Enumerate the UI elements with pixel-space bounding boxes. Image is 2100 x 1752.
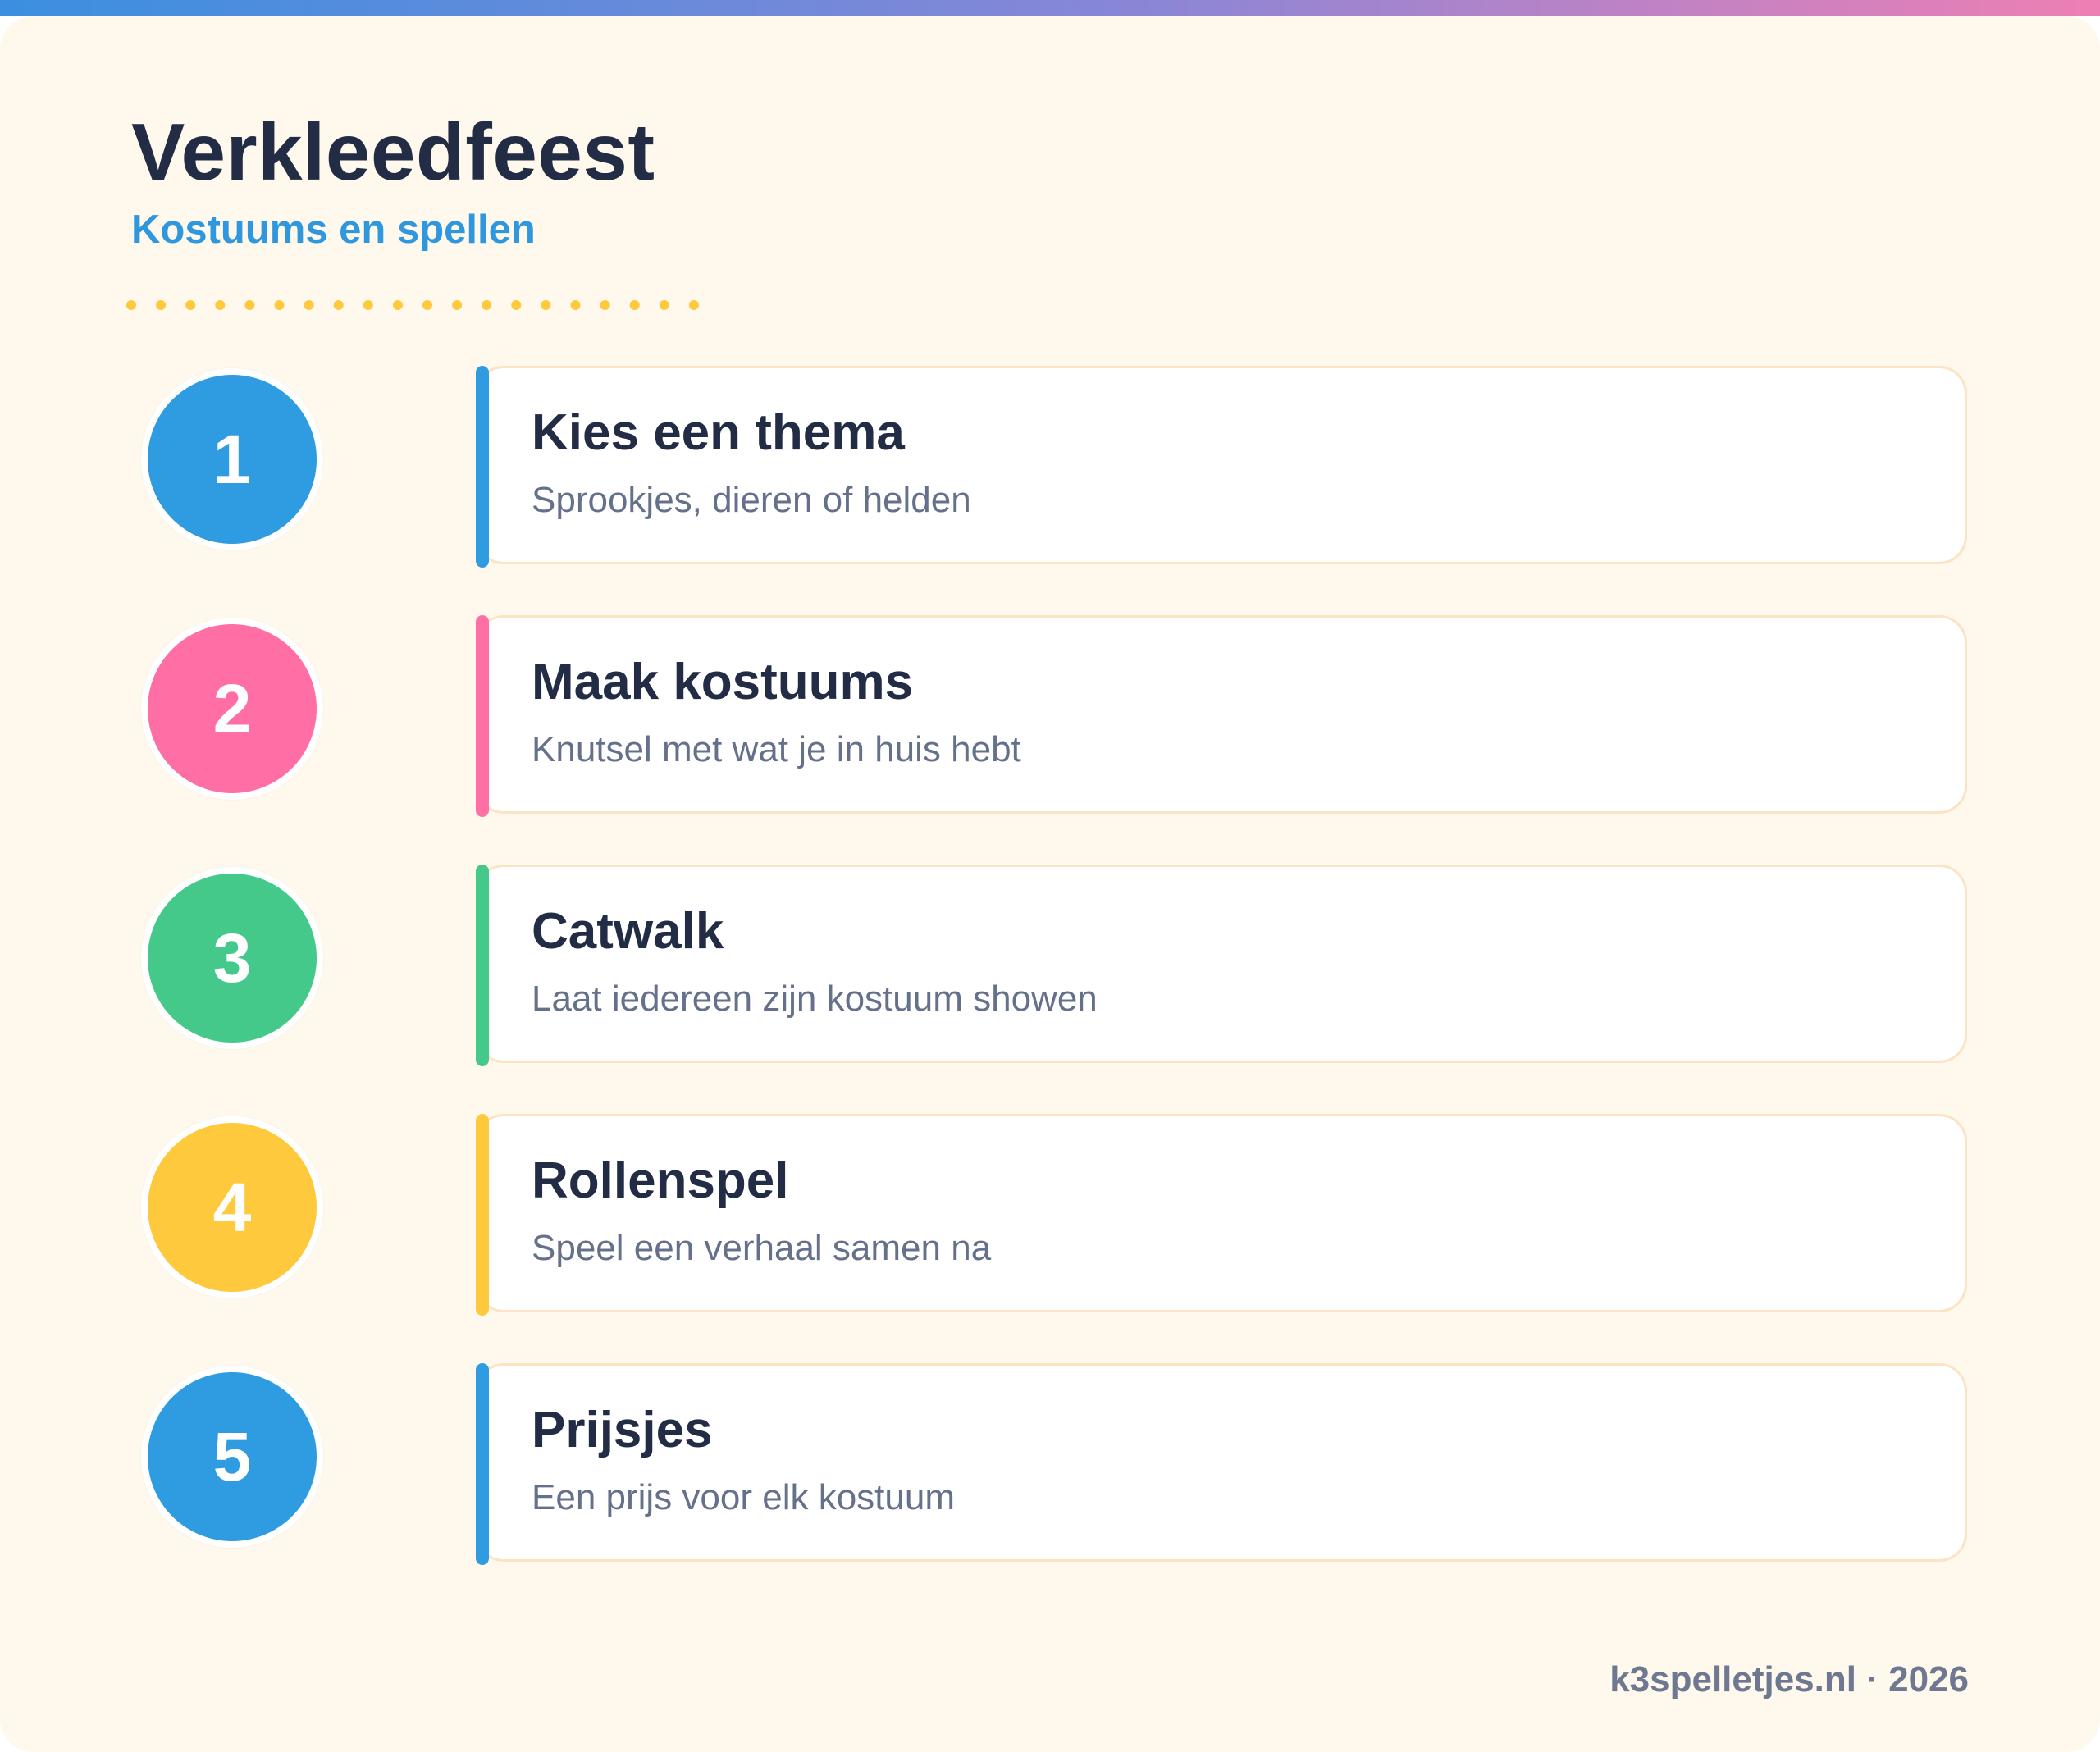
step-number: 5 — [148, 1372, 317, 1541]
content-card: Verkleedfeest Kostuums en spellen 1 Kies … — [0, 16, 2100, 1752]
step-item-3: 3 Catwalk Laat iedereen zijn kostuum showe… — [0, 865, 2100, 1066]
step-item-1: 1 Kies een thema Sprookjes, dieren of held… — [0, 366, 2100, 568]
step-title: Prijsjes — [532, 1402, 713, 1458]
step-card — [476, 615, 1967, 814]
step-card — [476, 865, 1967, 1063]
step-accent-bar — [476, 615, 489, 817]
step-description: Knutsel met wat je in huis hebt — [532, 729, 1021, 769]
step-item-2: 2 Maak kostuums Knutsel met wat je in huis… — [0, 615, 2100, 817]
step-description: Speel een verhaal samen na — [532, 1228, 992, 1268]
step-number-badge: 4 — [141, 1116, 323, 1298]
step-number: 4 — [148, 1123, 317, 1292]
step-card — [476, 1363, 1967, 1562]
step-number-badge: 1 — [141, 368, 323, 550]
step-list: 1 Kies een thema Sprookjes, dieren of held… — [0, 16, 2100, 1752]
step-title: Catwalk — [532, 903, 724, 960]
footer-credit: k3spelletjes.nl · 2026 — [1609, 1659, 1969, 1700]
step-item-4: 4 Rollenspel Speel een verhaal samen na — [0, 1114, 2100, 1316]
step-title: Maak kostuums — [532, 654, 914, 710]
step-accent-bar — [476, 865, 489, 1066]
step-number: 1 — [148, 375, 317, 544]
step-accent-bar — [476, 366, 489, 568]
step-number-badge: 5 — [141, 1366, 323, 1548]
step-number: 3 — [148, 874, 317, 1043]
step-description: Laat iedereen zijn kostuum showen — [532, 979, 1098, 1019]
step-card — [476, 366, 1967, 564]
step-accent-bar — [476, 1363, 489, 1565]
step-description: Sprookjes, dieren of helden — [532, 480, 971, 520]
step-number: 2 — [148, 624, 317, 793]
step-card — [476, 1114, 1967, 1312]
step-title: Kies een thema — [532, 404, 905, 461]
step-number-badge: 3 — [141, 867, 323, 1049]
step-number-badge: 2 — [141, 618, 323, 800]
step-description: Een prijs voor elk kostuum — [532, 1477, 955, 1517]
step-title: Rollenspel — [532, 1152, 789, 1209]
step-item-5: 5 Prijsjes Een prijs voor elk kostuum — [0, 1363, 2100, 1565]
top-gradient-bar — [0, 0, 2100, 16]
step-accent-bar — [476, 1114, 489, 1316]
